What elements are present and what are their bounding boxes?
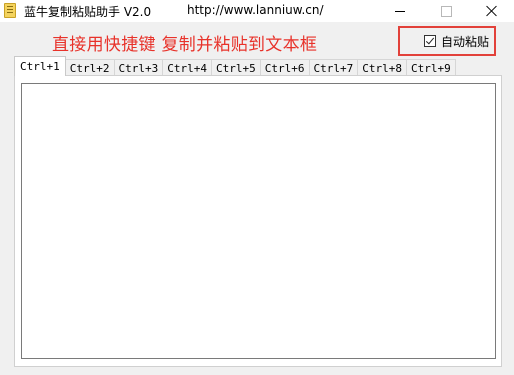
maximize-button[interactable] (423, 0, 469, 22)
instruction-text: 直接用快捷键 复制并粘贴到文本框 (52, 35, 318, 55)
minimize-button[interactable] (377, 0, 423, 22)
maximize-icon (440, 5, 452, 17)
tab-ctrl-6[interactable]: Ctrl+6 (259, 59, 310, 76)
title-url: http://www.lanniuw.cn/ (187, 3, 324, 17)
tab-ctrl-2[interactable]: Ctrl+2 (64, 59, 115, 76)
minimize-icon (395, 10, 405, 12)
clipboard-textbox[interactable] (21, 83, 496, 359)
close-button[interactable] (469, 0, 514, 22)
auto-paste-highlight: 自动粘贴 (398, 26, 496, 56)
window-title: 蓝牛复制粘贴助手 V2.0 (24, 5, 152, 19)
title-bar[interactable]: 蓝牛复制粘贴助手 V2.0 http://www.lanniuw.cn/ (0, 0, 514, 22)
tab-ctrl-1[interactable]: Ctrl+1 (14, 56, 66, 76)
tab-ctrl-9[interactable]: Ctrl+9 (406, 59, 456, 76)
auto-paste-checkbox[interactable] (424, 35, 436, 47)
auto-paste-label[interactable]: 自动粘贴 (441, 33, 489, 50)
app-icon (4, 3, 16, 18)
tab-ctrl-7[interactable]: Ctrl+7 (308, 59, 359, 76)
close-icon (486, 5, 498, 17)
app-window: 蓝牛复制粘贴助手 V2.0 http://www.lanniuw.cn/ 直接用… (0, 0, 514, 375)
tab-ctrl-4[interactable]: Ctrl+4 (162, 59, 212, 76)
tab-ctrl-3[interactable]: Ctrl+3 (113, 59, 164, 76)
tab-ctrl-8[interactable]: Ctrl+8 (357, 59, 407, 76)
tab-strip: Ctrl+1 Ctrl+2 Ctrl+3 Ctrl+4 Ctrl+5 Ctrl+… (14, 56, 456, 76)
tab-page (14, 75, 502, 367)
tab-ctrl-5[interactable]: Ctrl+5 (211, 59, 261, 76)
